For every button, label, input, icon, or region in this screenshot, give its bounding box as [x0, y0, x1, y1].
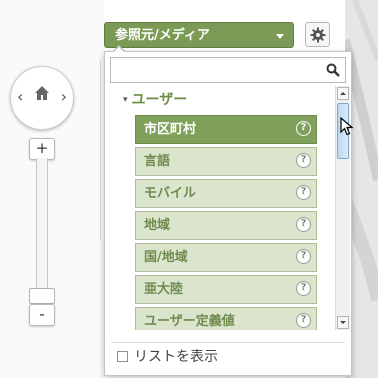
- zoom-slider-handle[interactable]: [29, 288, 55, 304]
- pan-left-button[interactable]: ‹: [17, 87, 23, 107]
- pan-right-button[interactable]: ›: [61, 87, 67, 107]
- list-item[interactable]: 市区町村 ?: [135, 115, 317, 144]
- popup-pointer-fill: [113, 47, 125, 53]
- search-icon[interactable]: [326, 63, 340, 77]
- scroll-down-button[interactable]: [337, 316, 349, 329]
- caret-down-icon: [276, 34, 284, 39]
- list-item[interactable]: ユーザー定義値 ?: [135, 307, 317, 330]
- help-icon[interactable]: ?: [296, 153, 311, 168]
- list-item[interactable]: 地域 ?: [135, 211, 317, 240]
- show-list-checkbox[interactable]: [117, 351, 128, 362]
- help-icon[interactable]: ?: [296, 249, 311, 264]
- list-item[interactable]: モバイル ?: [135, 179, 317, 208]
- help-icon[interactable]: ?: [296, 313, 311, 328]
- list-item[interactable]: 言語 ?: [135, 147, 317, 176]
- search-input[interactable]: [115, 61, 319, 81]
- zoom-in-button[interactable]: +: [29, 138, 55, 160]
- list-item[interactable]: 国/地域 ?: [135, 243, 317, 272]
- help-icon[interactable]: ?: [296, 217, 311, 232]
- search-box[interactable]: [110, 57, 346, 83]
- source-medium-dropdown[interactable]: 参照元/メディア: [104, 22, 294, 48]
- mouse-cursor-icon: [340, 117, 354, 136]
- zoom-slider-track[interactable]: [36, 158, 48, 288]
- dropdown-label: 参照元/メディア: [115, 28, 210, 43]
- help-icon[interactable]: ?: [296, 281, 311, 296]
- settings-button[interactable]: [305, 22, 330, 47]
- home-icon[interactable]: [33, 84, 51, 102]
- zoom-out-button[interactable]: -: [29, 304, 55, 326]
- show-list-label[interactable]: リストを表示: [134, 346, 218, 366]
- help-icon[interactable]: ?: [296, 121, 311, 136]
- gear-icon: [310, 27, 326, 43]
- dimension-picker-popup: ▾ ユーザー 市区町村 ? 言語 ? モバイル ? 地域 ? 国/地域 ? 亜大陸…: [104, 51, 352, 376]
- collapse-triangle-icon: ▾: [123, 95, 128, 105]
- help-icon[interactable]: ?: [296, 185, 311, 200]
- footer-divider: [111, 342, 345, 343]
- pan-control[interactable]: ‹ ›: [10, 66, 74, 130]
- scroll-up-button[interactable]: [337, 87, 349, 100]
- group-header-users[interactable]: ▾ ユーザー: [123, 89, 187, 109]
- dimension-list: ▾ ユーザー 市区町村 ? 言語 ? モバイル ? 地域 ? 国/地域 ? 亜大陸…: [105, 86, 335, 330]
- list-item[interactable]: 亜大陸 ?: [135, 275, 317, 304]
